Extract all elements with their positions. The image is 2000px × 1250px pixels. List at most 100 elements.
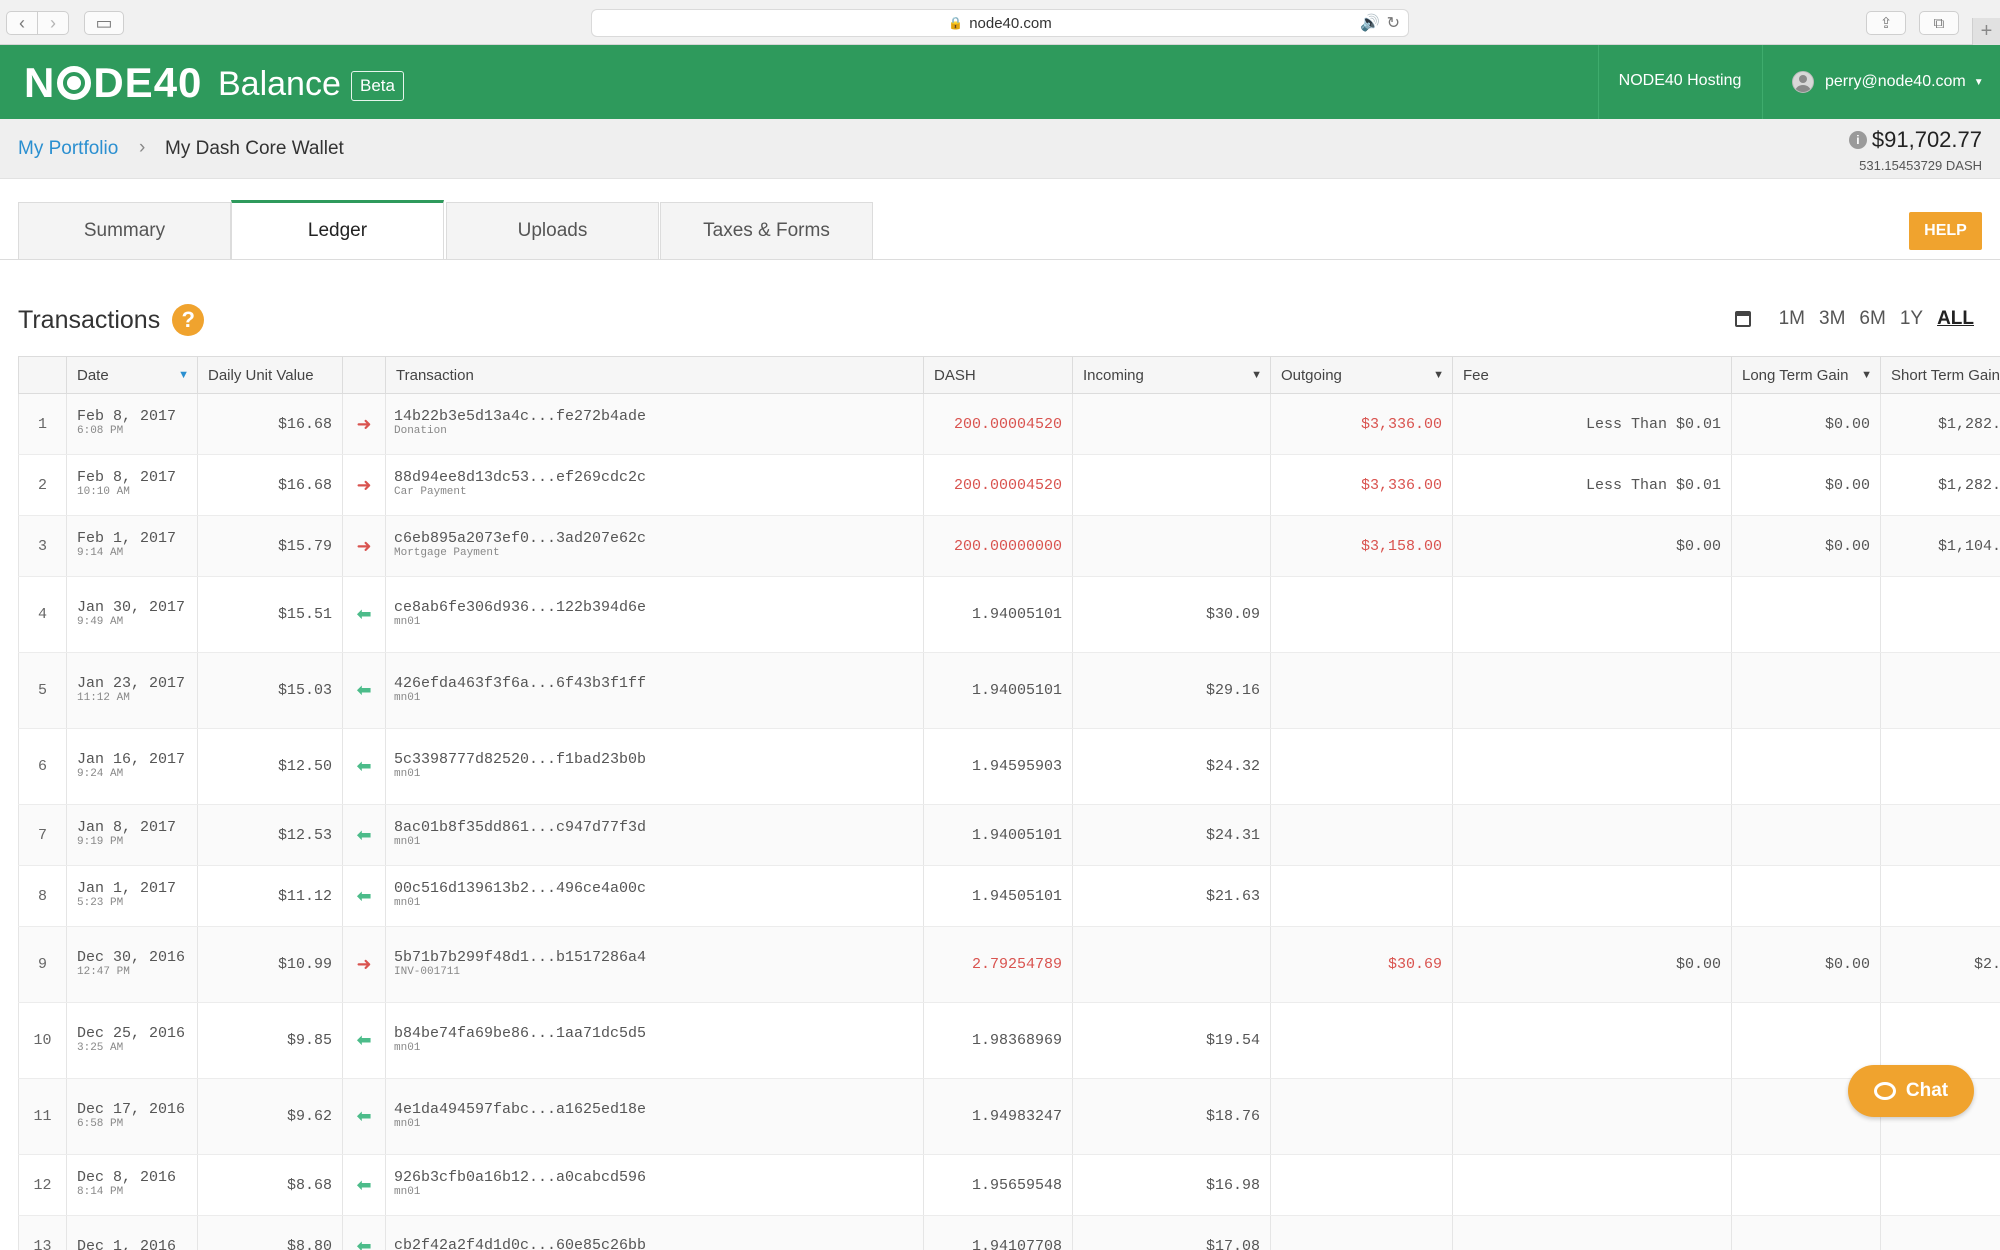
row-daily-unit-value: $8.68 [197,1154,343,1216]
row-outgoing [1270,865,1453,927]
row-daily-unit-value: $16.68 [197,454,343,516]
back-button[interactable]: ‹ [6,11,38,35]
table-row[interactable]: 3 Feb 1, 2017 9:14 AM $15.79 ➜ c6eb895a2073ef… [18,515,2000,577]
column-header-short-term-gain[interactable]: Short Term Gain▼ [1880,356,2000,394]
share-button[interactable]: ⇪ [1866,11,1906,35]
transaction-hash-link[interactable]: 14b22b3e5d13a4c...fe272b4ade [394,409,923,424]
column-header-label: Short Term Gain [1891,366,2000,384]
table-row[interactable]: 5 Jan 23, 2017 11:12 AM $15.03 ⬅ 426efda463f3… [18,652,2000,729]
transaction-hash-link[interactable]: b84be74fa69be86...1aa71dc5d5 [394,1026,923,1041]
row-transaction[interactable]: 14b22b3e5d13a4c...fe272b4ade Donation [385,393,924,455]
tab-uploads[interactable]: Uploads [446,202,659,259]
row-transaction[interactable]: 5b71b7b299f48d1...b1517286a4 INV-001711 [385,926,924,1003]
table-row[interactable]: 8 Jan 1, 2017 5:23 PM $11.12 ⬅ 00c516d139613b… [18,865,2000,927]
range-6m[interactable]: 6M [1859,308,1885,330]
column-header-date[interactable]: Date ▼ [66,356,198,394]
sidebar-toggle-button[interactable]: ▭ [84,11,124,35]
row-transaction[interactable]: b84be74fa69be86...1aa71dc5d5 mn01 [385,1002,924,1079]
transaction-hash-link[interactable]: cb2f42a2f4d1d0c...60e85c26bb [394,1238,923,1250]
row-outgoing [1270,1154,1453,1216]
row-transaction[interactable]: c6eb895a2073ef0...3ad207e62c Mortgage Pay… [385,515,924,577]
info-icon[interactable]: i [1848,131,1867,149]
tabs-overview-button[interactable]: ⧉ [1919,11,1959,35]
row-transaction[interactable]: 8ac01b8f35dd861...c947d77f3d mn01 [385,804,924,866]
row-dash-amount: 1.94107708 [923,1215,1073,1250]
transaction-hash-link[interactable]: 5b71b7b299f48d1...b1517286a4 [394,950,923,965]
chevron-down-icon[interactable]: ▼ [178,369,189,381]
row-transaction[interactable]: 4e1da494597fabc...a1625ed18e mn01 [385,1078,924,1155]
row-transaction[interactable]: 5c3398777d82520...f1bad23b0b mn01 [385,728,924,805]
column-header-daily-unit-value[interactable]: Daily Unit Value [197,356,343,394]
forward-button[interactable]: › [37,11,69,35]
row-transaction[interactable]: 00c516d139613b2...496ce4a00c mn01 [385,865,924,927]
range-all[interactable]: ALL [1937,308,1974,330]
range-3m[interactable]: 3M [1819,308,1845,330]
question-icon[interactable]: ? [172,304,205,336]
table-row[interactable]: 6 Jan 16, 2017 9:24 AM $12.50 ⬅ 5c3398777d825… [18,728,2000,805]
row-date-day: Dec 1, 2016 [77,1237,177,1250]
calendar-icon[interactable] [1734,311,1751,327]
column-header-fee[interactable]: Fee [1452,356,1732,394]
range-1m[interactable]: 1M [1779,308,1805,330]
range-1y[interactable]: 1Y [1900,308,1923,330]
row-short-term-gain [1880,1154,2000,1216]
table-row[interactable]: 10 Dec 25, 2016 3:25 AM $9.85 ⬅ b84be74fa69be… [18,1002,2000,1079]
row-date: Feb 8, 2017 6:08 PM [66,393,198,455]
hosting-link[interactable]: NODE40 Hosting [1598,72,1762,90]
new-tab-button[interactable]: + [1972,18,2000,45]
transaction-hash-link[interactable]: 4e1da494597fabc...a1625ed18e [394,1102,923,1117]
reload-icon[interactable]: ↻ [1387,13,1400,33]
table-row[interactable]: 12 Dec 8, 2016 8:14 PM $8.68 ⬅ 926b3cfb0a16b1… [18,1154,2000,1216]
table-row[interactable]: 2 Feb 8, 2017 10:10 AM $16.68 ➜ 88d94ee8d13dc… [18,454,2000,516]
column-header-long-term-gain[interactable]: Long Term Gain ▼ [1731,356,1881,394]
chevron-down-icon[interactable]: ▼ [1251,369,1262,381]
row-date: Jan 8, 2017 9:19 PM [66,804,198,866]
table-row[interactable]: 11 Dec 17, 2016 6:58 PM $9.62 ⬅ 4e1da494597fa… [18,1078,2000,1155]
chevron-down-icon[interactable]: ▼ [1433,369,1444,381]
table-row[interactable]: 7 Jan 8, 2017 9:19 PM $12.53 ⬅ 8ac01b8f35dd86… [18,804,2000,866]
tab-summary[interactable]: Summary [18,202,231,259]
row-fee [1452,728,1732,805]
table-row[interactable]: 13 Dec 1, 2016 $8.80 ⬅ cb2f42a2f4d1d0c...60e… [18,1215,2000,1250]
table-row[interactable]: 1 Feb 8, 2017 6:08 PM $16.68 ➜ 14b22b3e5d13a4… [18,393,2000,455]
row-short-term-gain [1880,576,2000,653]
column-header-incoming[interactable]: Incoming ▼ [1072,356,1271,394]
row-direction: ⬅ [342,652,386,729]
column-header-outgoing[interactable]: Outgoing ▼ [1270,356,1453,394]
transaction-hash-link[interactable]: 8ac01b8f35dd861...c947d77f3d [394,820,923,835]
row-date-day: Dec 8, 2016 [77,1169,177,1186]
node40-logo[interactable]: N DE40 [24,59,202,107]
chat-button[interactable]: Chat [1848,1065,1974,1117]
table-row[interactable]: 4 Jan 30, 2017 9:49 AM $15.51 ⬅ ce8ab6fe306d9… [18,576,2000,653]
column-header-dash[interactable]: DASH [923,356,1073,394]
help-button[interactable]: HELP [1909,212,1982,250]
row-date-day: Feb 8, 2017 [77,408,177,425]
row-short-term-gain: $1,282.00 [1880,454,2000,516]
row-transaction[interactable]: 926b3cfb0a16b12...a0cabcd596 mn01 [385,1154,924,1216]
row-transaction[interactable]: ce8ab6fe306d936...122b394d6e mn01 [385,576,924,653]
column-header-transaction[interactable]: Transaction [385,356,924,394]
transaction-hash-link[interactable]: c6eb895a2073ef0...3ad207e62c [394,531,923,546]
transaction-hash-link[interactable]: 426efda463f3f6a...6f43b3f1ff [394,676,923,691]
chevron-down-icon[interactable]: ▼ [1861,369,1872,381]
tab-taxes-forms[interactable]: Taxes & Forms [660,202,873,259]
transaction-hash-link[interactable]: 5c3398777d82520...f1bad23b0b [394,752,923,767]
transaction-hash-link[interactable]: 926b3cfb0a16b12...a0cabcd596 [394,1170,923,1185]
row-transaction[interactable]: 426efda463f3f6a...6f43b3f1ff mn01 [385,652,924,729]
breadcrumb-portfolio-link[interactable]: My Portfolio [18,138,118,160]
table-row[interactable]: 9 Dec 30, 2016 12:47 PM $10.99 ➜ 5b71b7b299f4… [18,926,2000,1003]
row-date-time: 8:14 PM [77,1186,124,1198]
row-transaction[interactable]: cb2f42a2f4d1d0c...60e85c26bb [385,1215,924,1250]
user-menu[interactable]: perry@node40.com ▼ [1762,61,1984,103]
transaction-hash-link[interactable]: 88d94ee8d13dc53...ef269cdc2c [394,470,923,485]
row-long-term-gain [1731,652,1881,729]
tab-ledger[interactable]: Ledger [231,200,444,259]
row-long-term-gain: $0.00 [1731,926,1881,1003]
speaker-icon[interactable]: 🔊 [1360,13,1380,33]
transaction-hash-link[interactable]: 00c516d139613b2...496ce4a00c [394,881,923,896]
transaction-hash-link[interactable]: ce8ab6fe306d936...122b394d6e [394,600,923,615]
address-bar[interactable]: 🔒 node40.com 🔊 ↻ [591,9,1409,37]
arrow-left-icon: ⬅ [356,885,372,907]
row-direction: ⬅ [342,1154,386,1216]
row-transaction[interactable]: 88d94ee8d13dc53...ef269cdc2c Car Payment [385,454,924,516]
